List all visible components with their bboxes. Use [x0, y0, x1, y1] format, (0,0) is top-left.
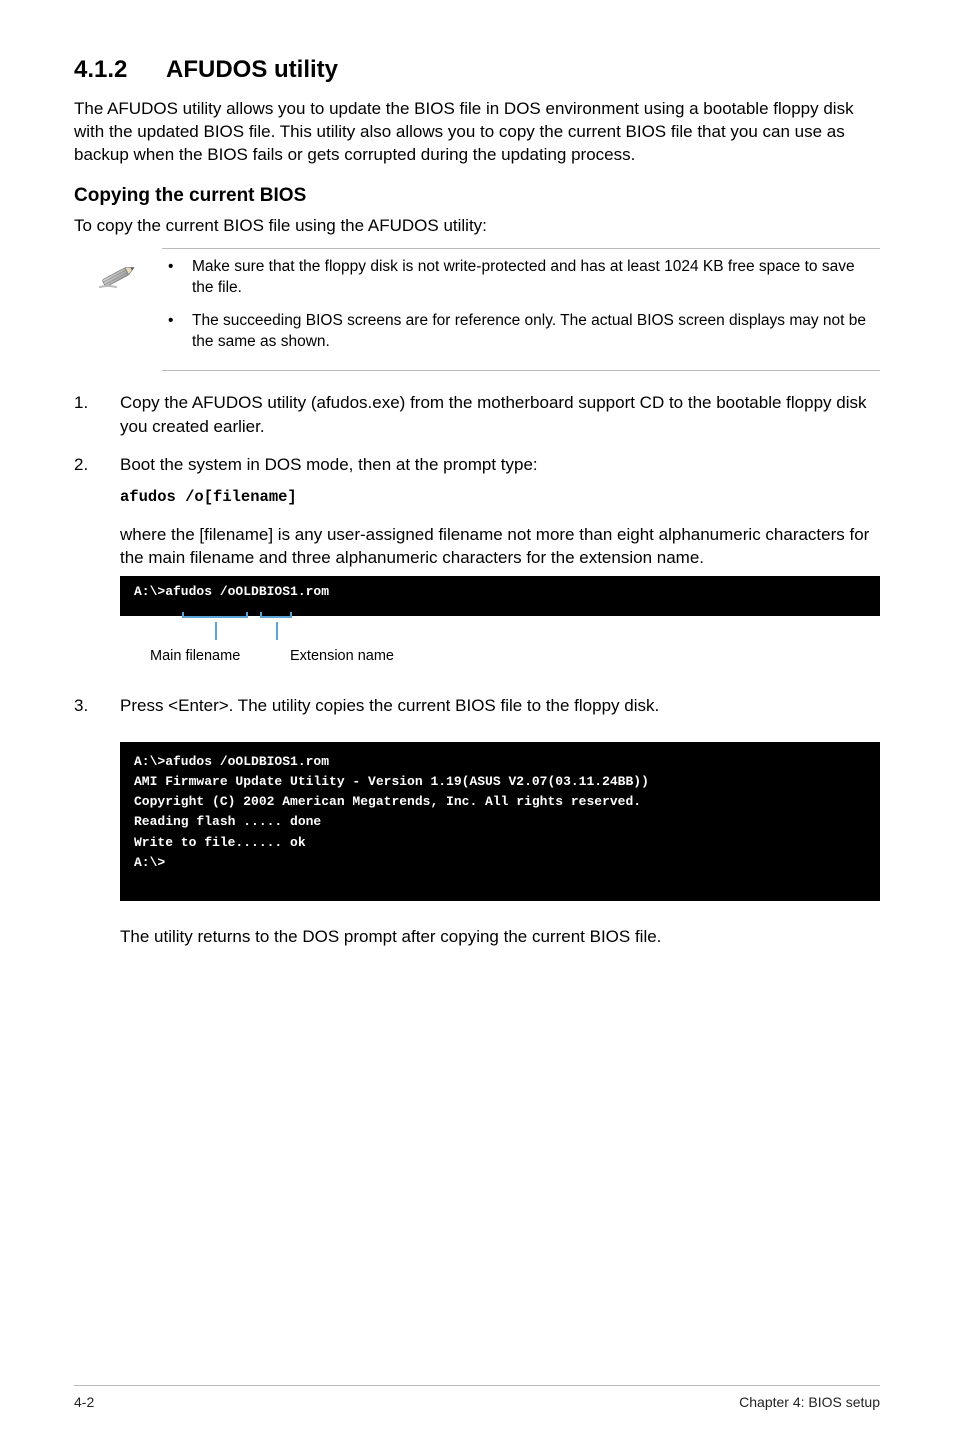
step-text: where the [filename] is any user-assigne… [120, 523, 880, 571]
note-item: The succeeding BIOS screens are for refe… [162, 311, 880, 353]
divider [162, 370, 880, 371]
callout-line [260, 616, 292, 618]
page-number: 4-2 [74, 1394, 94, 1410]
subsection-heading: Copying the current BIOS [74, 185, 880, 207]
footer-chapter: Chapter 4: BIOS setup [739, 1394, 880, 1410]
annotation-label-ext: Extension name [290, 646, 394, 666]
step-text: Boot the system in DOS mode, then at the… [120, 455, 538, 474]
page-footer: 4-2 Chapter 4: BIOS setup [74, 1394, 880, 1410]
step-text: Copy the AFUDOS utility (afudos.exe) fro… [120, 393, 866, 436]
callout-line [182, 612, 184, 618]
terminal-line: A:\>afudos /oOLDBIOS1.rom [134, 752, 866, 772]
terminal-line: Write to file...... ok [134, 833, 866, 853]
step-text: Press <Enter>. The utility copies the cu… [120, 696, 659, 715]
step-item: Copy the AFUDOS utility (afudos.exe) fro… [74, 391, 880, 439]
terminal-line: Copyright (C) 2002 American Megatrends, … [134, 792, 866, 812]
terminal-output: A:\>afudos /oOLDBIOS1.rom AMI Firmware U… [120, 742, 880, 901]
code-command: afudos /o[filename] [120, 487, 880, 509]
callout-line [260, 612, 262, 618]
terminal-line: AMI Firmware Update Utility - Version 1.… [134, 772, 866, 792]
callout-line [215, 622, 217, 640]
note-list: Make sure that the floppy disk is not wr… [162, 257, 880, 353]
footer-divider [74, 1385, 880, 1386]
steps-list: Copy the AFUDOS utility (afudos.exe) fro… [74, 391, 880, 948]
note-item: Make sure that the floppy disk is not wr… [162, 257, 880, 299]
section-heading: 4.1.2AFUDOS utility [74, 56, 880, 84]
terminal-line: A:\> [134, 853, 866, 873]
callout-line [182, 616, 248, 618]
callout-line [246, 612, 248, 618]
step-text: The utility returns to the DOS prompt af… [120, 925, 880, 949]
callout-line [276, 622, 278, 640]
step-item: Boot the system in DOS mode, then at the… [74, 453, 880, 680]
step-item: Press <Enter>. The utility copies the cu… [74, 694, 880, 948]
annotation-label-main: Main filename [150, 646, 240, 666]
note-block: Make sure that the floppy disk is not wr… [74, 248, 880, 372]
terminal-line: Reading flash ..... done [134, 812, 866, 832]
terminal-output: A:\>afudos /oOLDBIOS1.rom [120, 576, 880, 616]
section-title: AFUDOS utility [166, 56, 338, 83]
subsection-intro: To copy the current BIOS file using the … [74, 215, 880, 238]
filename-annotation: Main filename Extension name [120, 622, 880, 680]
intro-paragraph: The AFUDOS utility allows you to update … [74, 98, 880, 167]
pencil-icon [96, 261, 140, 291]
section-number: 4.1.2 [74, 56, 166, 84]
callout-line [290, 612, 292, 618]
terminal-line: A:\>afudos /oOLDBIOS1.rom [134, 582, 866, 602]
